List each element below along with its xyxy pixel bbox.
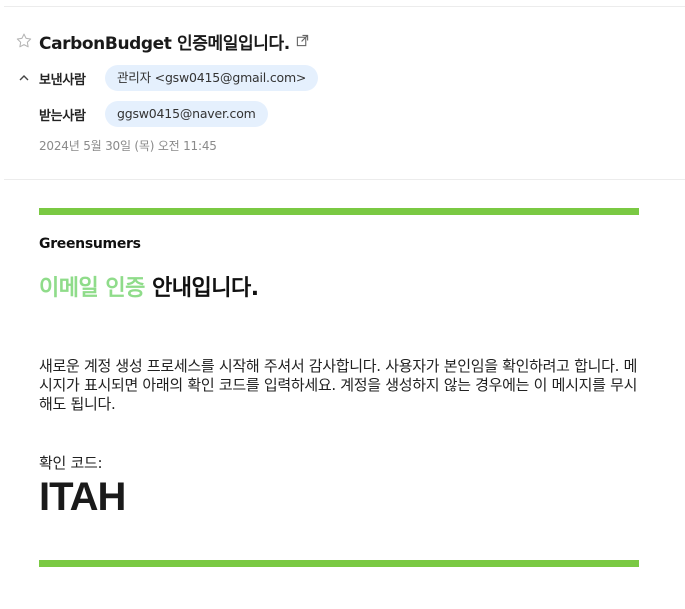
mail-header: CarbonBudget 인증메일입니다. 보낸사람 관리자 <gsw0415@… (14, 30, 675, 154)
top-accent-bar (39, 208, 639, 215)
sender-row: 보낸사람 관리자 <gsw0415@gmail.com> (14, 65, 675, 91)
mail-view: CarbonBudget 인증메일입니다. 보낸사람 관리자 <gsw0415@… (0, 0, 685, 609)
mail-date: 2024년 5월 30일 (목) 오전 11:45 (39, 139, 217, 153)
mail-subject: CarbonBudget 인증메일입니다. (39, 33, 290, 54)
headline-rest: 안내입니다. (144, 276, 259, 301)
header-divider (4, 179, 685, 180)
sender-label: 보낸사람 (39, 72, 86, 88)
headline-highlight: 이메일 인증 (39, 276, 145, 301)
open-in-new-window-icon[interactable] (296, 34, 310, 48)
recipient-label: 받는사람 (39, 108, 86, 124)
top-divider (4, 6, 685, 7)
verification-code: ITAH (39, 475, 126, 519)
verification-code-label: 확인 코드: (39, 454, 103, 472)
sender-chip[interactable]: 관리자 <gsw0415@gmail.com> (105, 65, 319, 91)
body-paragraph: 새로운 계정 생성 프로세스를 시작해 주셔서 감사합니다. 사용자가 본인임을… (39, 357, 638, 413)
bottom-accent-bar (39, 560, 639, 567)
subject-row: CarbonBudget 인증메일입니다. (14, 30, 675, 54)
chevron-up-icon[interactable] (17, 71, 31, 85)
recipient-row: 받는사람 ggsw0415@naver.com (14, 101, 675, 127)
brand-name: Greensumers (39, 236, 141, 252)
recipient-chip[interactable]: ggsw0415@naver.com (105, 101, 268, 127)
mail-body: Greensumers 이메일 인증 안내입니다. 새로운 계정 생성 프로세스… (39, 208, 639, 567)
headline: 이메일 인증 안내입니다. (39, 270, 639, 302)
star-icon[interactable] (14, 31, 34, 51)
